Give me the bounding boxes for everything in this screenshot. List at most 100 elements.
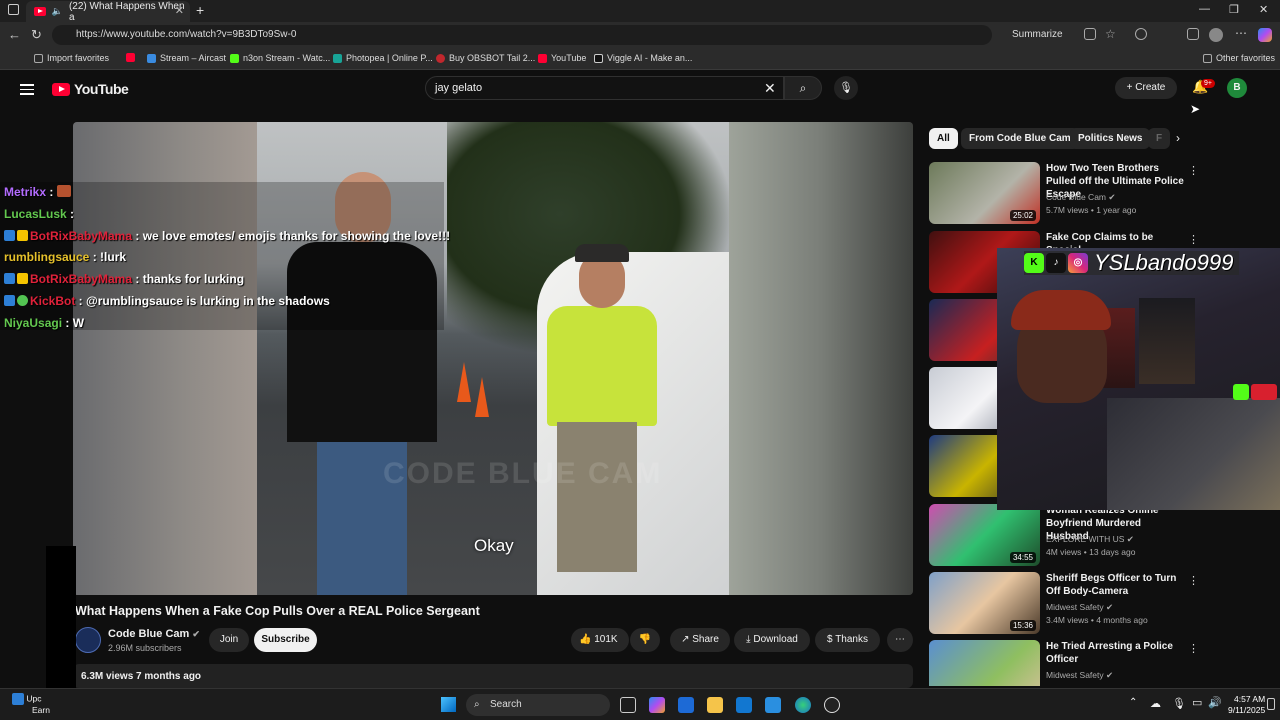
extension-icon[interactable] bbox=[1135, 28, 1147, 40]
more-actions-button[interactable]: ⋯ bbox=[887, 628, 913, 652]
taskbar-search[interactable]: ⌕ Search bbox=[466, 694, 610, 716]
windows-taskbar: Upc Earn ⌕ Search ⌃ ☁ 🎙 ▭ 🔊 4:57 AM 9/11/20… bbox=[0, 688, 1280, 720]
search-button[interactable]: ⌕ bbox=[784, 76, 822, 100]
reader-icon[interactable] bbox=[1084, 28, 1096, 40]
subscriber-count: 2.96M subscribers bbox=[108, 643, 182, 653]
copilot-icon[interactable] bbox=[649, 697, 665, 713]
duration-badge: 15:36 bbox=[1009, 620, 1036, 631]
video-thumbnail[interactable]: 15:36 bbox=[929, 572, 1040, 634]
bookmark-youtube[interactable]: YouTube bbox=[538, 53, 586, 63]
bookmark-photopea[interactable]: Photopea | Online P... bbox=[333, 53, 433, 63]
close-window-button[interactable]: ✕ bbox=[1259, 3, 1268, 16]
url-field[interactable]: https://www.youtube.com/watch?v=9B3DTo9S… bbox=[52, 25, 992, 45]
refresh-icon[interactable]: ↻ bbox=[31, 27, 42, 43]
video-blur-right bbox=[729, 122, 913, 595]
more-icon[interactable]: ⋯ bbox=[1235, 26, 1247, 40]
avatar[interactable]: B bbox=[1227, 78, 1247, 98]
list-item[interactable]: 15:36 Sheriff Begs Officer to Turn Off B… bbox=[929, 572, 1275, 634]
aircast-icon bbox=[147, 53, 156, 63]
list-item[interactable]: 34:55 Woman Realizes Online Boyfriend Mu… bbox=[929, 504, 1275, 566]
file-explorer-icon[interactable] bbox=[707, 697, 723, 713]
subscribe-button[interactable]: Subscribe bbox=[254, 628, 317, 652]
start-button[interactable] bbox=[441, 697, 456, 712]
wall-poster bbox=[1139, 298, 1195, 384]
keyboard-area bbox=[1107, 398, 1280, 510]
maximize-button[interactable]: ❐ bbox=[1229, 3, 1239, 16]
video-caption: Okay bbox=[474, 536, 514, 555]
join-button[interactable]: Join bbox=[209, 628, 249, 652]
mic-tray-icon[interactable]: 🎙 bbox=[1172, 697, 1186, 710]
rec-channel: Midwest Safety ✔ bbox=[1046, 670, 1114, 680]
obs-icon[interactable] bbox=[824, 697, 840, 713]
tab-actions-icon[interactable] bbox=[8, 4, 19, 15]
thanks-button[interactable]: $ Thanks bbox=[815, 628, 880, 652]
create-label: Create bbox=[1135, 82, 1166, 93]
other-favorites[interactable]: Other favorites bbox=[1203, 53, 1275, 63]
photos-icon[interactable] bbox=[765, 697, 781, 713]
system-clock[interactable]: 4:57 AM 9/11/2025 bbox=[1228, 694, 1265, 716]
outlook-icon[interactable] bbox=[736, 697, 752, 713]
widget-icon bbox=[12, 693, 24, 705]
video-thumbnail[interactable]: 25:02 bbox=[929, 162, 1040, 224]
chip-partial[interactable]: F bbox=[1148, 128, 1171, 149]
chip-from-channel[interactable]: From Code Blue Cam bbox=[961, 128, 1079, 149]
streamer-handle: YSLbando999 bbox=[1094, 250, 1234, 275]
bookmark-youtube-1[interactable] bbox=[126, 53, 135, 62]
channel-name[interactable]: Code Blue Cam ✔ bbox=[108, 628, 200, 640]
menu-icon[interactable] bbox=[20, 81, 34, 98]
create-button[interactable]: + Create bbox=[1115, 77, 1177, 99]
kebab-menu-icon[interactable]: ⋮ bbox=[1188, 164, 1199, 177]
youtube-logo[interactable]: YouTube bbox=[52, 81, 129, 97]
dislike-button[interactable]: 👎 bbox=[630, 628, 660, 652]
voice-search-button[interactable]: 🎙 bbox=[834, 76, 858, 100]
summarize-button[interactable]: Summarize bbox=[1012, 29, 1063, 40]
kick-icon bbox=[230, 53, 239, 63]
copilot-icon[interactable] bbox=[1258, 28, 1272, 42]
kebab-menu-icon[interactable]: ⋮ bbox=[1188, 574, 1199, 587]
like-button[interactable]: 👍 101K bbox=[571, 628, 629, 652]
store-icon[interactable] bbox=[678, 697, 694, 713]
bookmark-import[interactable]: Import favorites bbox=[34, 53, 109, 63]
network-icon[interactable]: ▭ bbox=[1192, 696, 1202, 709]
tray-chevron-icon[interactable]: ⌃ bbox=[1129, 697, 1137, 708]
minimize-button[interactable]: — bbox=[1199, 3, 1210, 15]
bookmark-n3on[interactable]: n3on Stream - Watc... bbox=[230, 53, 330, 63]
list-item[interactable]: 25:02 How Two Teen Brothers Pulled off t… bbox=[929, 162, 1275, 224]
channel-avatar[interactable] bbox=[75, 627, 101, 653]
chip-all[interactable]: All bbox=[929, 128, 958, 149]
bookmark-aircast[interactable]: Stream – Aircast bbox=[147, 53, 226, 63]
search-input[interactable]: jay gelato ✕ bbox=[425, 76, 784, 100]
rec-meta: 5.7M views • 1 year ago bbox=[1046, 205, 1137, 215]
collections-icon[interactable] bbox=[1187, 28, 1199, 40]
kebab-menu-icon[interactable]: ⋮ bbox=[1188, 642, 1199, 655]
bookmark-viggle[interactable]: Viggle AI - Make an... bbox=[594, 53, 692, 63]
edge-icon[interactable] bbox=[795, 697, 811, 713]
favorite-star-icon[interactable]: ☆ bbox=[1105, 27, 1116, 41]
video-thumbnail[interactable] bbox=[929, 640, 1040, 686]
chip-politics[interactable]: Politics News bbox=[1070, 128, 1151, 149]
browser-tab[interactable]: 🔈 (22) What Happens When a ✕ bbox=[26, 1, 190, 23]
profile-icon[interactable] bbox=[1209, 28, 1223, 42]
onedrive-icon[interactable]: ☁ bbox=[1150, 697, 1161, 710]
clear-search-icon[interactable]: ✕ bbox=[764, 77, 776, 99]
download-button[interactable]: ⤓ Download bbox=[734, 628, 810, 652]
bookmark-obsbot[interactable]: Buy OBSBOT Tail 2... bbox=[436, 53, 535, 63]
more-icon: ⋯ bbox=[895, 634, 905, 645]
bookmarks-bar: Import favorites Stream – Aircast n3on S… bbox=[0, 48, 1280, 70]
bookmark-label: Viggle AI - Make an... bbox=[607, 53, 693, 63]
mouse-cursor-icon: ➤ bbox=[1190, 102, 1201, 116]
notification-icon[interactable] bbox=[1267, 698, 1275, 710]
search-value: jay gelato bbox=[435, 82, 483, 94]
share-button[interactable]: ↗ Share bbox=[670, 628, 730, 652]
chevron-right-icon[interactable]: › bbox=[1176, 131, 1180, 145]
task-view-icon[interactable] bbox=[620, 697, 636, 713]
close-tab-icon[interactable]: ✕ bbox=[175, 4, 184, 17]
list-item[interactable]: He Tried Arresting a Police Officer Midw… bbox=[929, 640, 1275, 686]
new-tab-button[interactable]: + bbox=[196, 2, 204, 18]
kebab-menu-icon[interactable]: ⋮ bbox=[1188, 233, 1199, 246]
back-icon[interactable]: ← bbox=[8, 27, 21, 42]
volume-icon[interactable]: 🔊 bbox=[1208, 696, 1222, 709]
weather-widget[interactable]: Upc Earn bbox=[12, 693, 50, 716]
traffic-cone bbox=[475, 377, 489, 417]
video-thumbnail[interactable]: 34:55 bbox=[929, 504, 1040, 566]
